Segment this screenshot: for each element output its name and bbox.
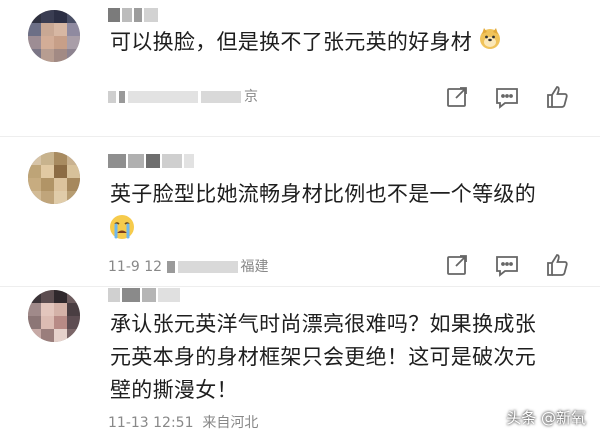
divider bbox=[0, 136, 600, 137]
like-icon[interactable] bbox=[542, 82, 572, 112]
doge-emoji bbox=[478, 26, 502, 60]
username-blurred[interactable] bbox=[108, 288, 182, 302]
watermark: 头条 @新氧 bbox=[506, 409, 586, 427]
comment-actions bbox=[442, 250, 582, 280]
share-icon[interactable] bbox=[442, 82, 472, 112]
comment-meta: 11-13 12:51 来自河北 bbox=[108, 415, 259, 431]
comment-actions bbox=[442, 82, 582, 112]
share-icon[interactable] bbox=[442, 250, 472, 280]
like-icon[interactable] bbox=[542, 250, 572, 280]
crying-emoji bbox=[108, 213, 136, 245]
avatar[interactable] bbox=[28, 152, 80, 204]
comment-text: 英子脸型比她流畅身材比例也不是一个等级的 bbox=[110, 182, 536, 206]
avatar[interactable] bbox=[28, 290, 80, 342]
comment-meta: 京 bbox=[108, 86, 258, 106]
comment-meta: 11-9 12 福建 bbox=[108, 259, 269, 275]
comment-text: 承认张元英洋气时尚漂亮很难吗？如果换成张 元英本身的身材框架只会更绝！这可是破次… bbox=[110, 312, 536, 402]
comment-text: 可以换脸，但是换不了张元英的好身材 bbox=[110, 26, 502, 60]
username-blurred[interactable] bbox=[108, 154, 196, 168]
username-blurred[interactable] bbox=[108, 8, 160, 22]
comment-icon[interactable] bbox=[492, 82, 522, 112]
comment-icon[interactable] bbox=[492, 250, 522, 280]
avatar[interactable] bbox=[28, 10, 80, 62]
divider bbox=[0, 286, 600, 287]
